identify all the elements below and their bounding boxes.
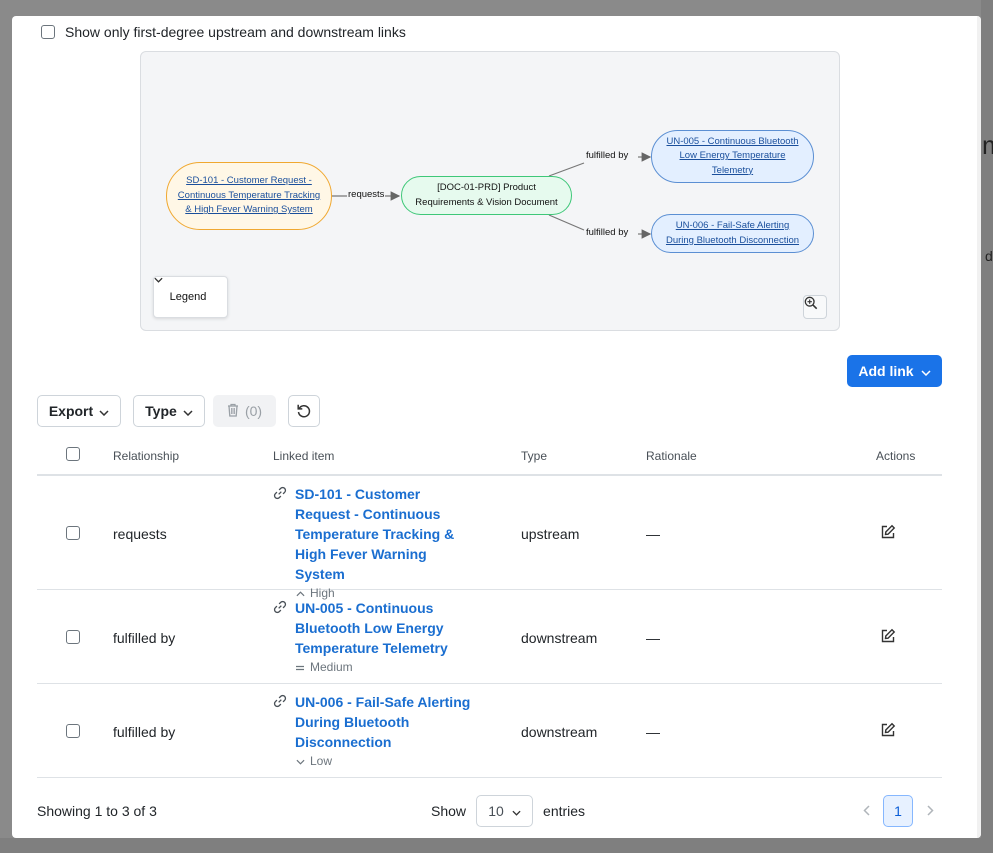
edge-label-fulfilled-by: fulfilled by bbox=[585, 150, 630, 161]
per-page-value: 10 bbox=[488, 803, 504, 819]
row-rationale: — bbox=[646, 630, 660, 646]
row-type: downstream bbox=[521, 724, 598, 740]
graph-node-link[interactable]: UN-005 - Continuous Bluetooth Low Energy… bbox=[662, 135, 803, 179]
linked-item-link[interactable]: UN-006 - Fail-Safe Alerting During Bluet… bbox=[295, 692, 475, 752]
edge-fulfilled-2a bbox=[548, 214, 585, 231]
graph-node-sd-101[interactable]: SD-101 - Customer Request - Continuous T… bbox=[166, 162, 332, 230]
graph-node-link[interactable]: UN-006 - Fail-Safe Alerting During Bluet… bbox=[662, 219, 803, 248]
next-page-button[interactable] bbox=[919, 803, 941, 819]
modal-scrollbar[interactable] bbox=[977, 16, 981, 838]
table-header: Relationship Linked item Type Rationale … bbox=[37, 437, 942, 476]
row-relationship: requests bbox=[113, 526, 167, 542]
entries-per-page-select[interactable]: 10 bbox=[476, 795, 534, 827]
delete-count: (0) bbox=[244, 403, 263, 419]
priority-indicator: Low bbox=[295, 754, 475, 768]
graph-node-un-006[interactable]: UN-006 - Fail-Safe Alerting During Bluet… bbox=[651, 214, 814, 253]
entries-label: entries bbox=[543, 803, 586, 819]
select-all-checkbox[interactable] bbox=[66, 447, 80, 461]
first-degree-filter[interactable]: Show only first-degree upstream and down… bbox=[41, 24, 406, 40]
edit-button[interactable] bbox=[880, 722, 896, 741]
header-rationale[interactable]: Rationale bbox=[646, 449, 697, 463]
background-text-peek: d bbox=[985, 248, 993, 264]
edge-label-fulfilled-by: fulfilled by bbox=[585, 227, 630, 238]
row-relationship: fulfilled by bbox=[113, 630, 176, 646]
row-type: upstream bbox=[521, 526, 580, 542]
edit-icon bbox=[881, 524, 896, 539]
type-filter-label: Type bbox=[145, 403, 177, 419]
row-linked-item: UN-006 - Fail-Safe Alerting During Bluet… bbox=[273, 692, 475, 768]
legend-label: Legend bbox=[169, 291, 207, 303]
first-degree-label: Show only first-degree upstream and down… bbox=[65, 24, 406, 40]
header-actions: Actions bbox=[876, 449, 916, 463]
link-icon bbox=[273, 694, 287, 768]
links-modal: Show only first-degree upstream and down… bbox=[12, 16, 981, 838]
row-linked-item: UN-005 - Continuous Bluetooth Low Energy… bbox=[273, 598, 475, 674]
links-table: Relationship Linked item Type Rationale … bbox=[37, 437, 942, 778]
chevron-down-icon bbox=[512, 803, 521, 819]
edit-icon bbox=[881, 722, 896, 737]
row-type: downstream bbox=[521, 630, 598, 646]
graph-node-label: [DOC-01-PRD] Product Requirements & Visi… bbox=[415, 182, 558, 208]
trace-graph: SD-101 - Customer Request - Continuous T… bbox=[140, 51, 840, 331]
link-icon bbox=[273, 486, 287, 600]
chevron-down-icon bbox=[921, 363, 931, 379]
row-linked-item: SD-101 - Customer Request - Continuous T… bbox=[273, 484, 475, 600]
chevron-down-icon bbox=[183, 403, 193, 419]
chevron-down-icon bbox=[99, 403, 109, 419]
modal-backdrop bbox=[981, 0, 993, 853]
row-rationale: — bbox=[646, 724, 660, 740]
link-icon bbox=[273, 600, 287, 674]
legend-button[interactable]: Legend bbox=[153, 276, 228, 318]
header-linked-item[interactable]: Linked item bbox=[273, 449, 334, 463]
row-rationale: — bbox=[646, 526, 660, 542]
table-row: fulfilled by UN-005 - Continuous Bluetoo… bbox=[37, 590, 942, 684]
row-checkbox[interactable] bbox=[66, 526, 80, 540]
type-filter-button[interactable]: Type bbox=[133, 395, 205, 427]
chevron-right-icon bbox=[926, 805, 934, 816]
add-link-button[interactable]: Add link bbox=[847, 355, 942, 387]
trash-icon bbox=[227, 403, 239, 420]
pagination: 1 bbox=[855, 795, 941, 827]
priority-low-icon bbox=[295, 754, 305, 768]
refresh-button[interactable] bbox=[288, 395, 320, 427]
page-1-button[interactable]: 1 bbox=[883, 795, 913, 827]
chevron-left-icon bbox=[862, 805, 870, 816]
edit-icon bbox=[881, 628, 896, 643]
header-type[interactable]: Type bbox=[521, 449, 547, 463]
export-button[interactable]: Export bbox=[37, 395, 121, 427]
edit-button[interactable] bbox=[880, 524, 896, 543]
add-link-label: Add link bbox=[858, 363, 914, 379]
show-label: Show bbox=[431, 803, 467, 819]
linked-item-link[interactable]: SD-101 - Customer Request - Continuous T… bbox=[295, 484, 475, 584]
delete-selected-button[interactable]: (0) bbox=[213, 395, 276, 427]
row-relationship: fulfilled by bbox=[113, 724, 176, 740]
priority-label: Low bbox=[310, 754, 333, 768]
graph-node-un-005[interactable]: UN-005 - Continuous Bluetooth Low Energy… bbox=[651, 130, 814, 183]
row-checkbox[interactable] bbox=[66, 630, 80, 644]
header-relationship[interactable]: Relationship bbox=[113, 449, 179, 463]
page-length-control: Show 10 entries bbox=[431, 795, 585, 827]
showing-info: Showing 1 to 3 of 3 bbox=[37, 803, 157, 819]
previous-page-button[interactable] bbox=[855, 803, 877, 819]
refresh-icon bbox=[297, 404, 311, 418]
edge-fulfilled-1a bbox=[548, 162, 585, 177]
row-checkbox[interactable] bbox=[66, 724, 80, 738]
graph-node-doc-01-prd[interactable]: [DOC-01-PRD] Product Requirements & Visi… bbox=[401, 176, 572, 215]
edit-button[interactable] bbox=[880, 628, 896, 647]
priority-indicator: Medium bbox=[295, 660, 475, 674]
zoom-in-button[interactable] bbox=[803, 295, 827, 319]
graph-node-link[interactable]: SD-101 - Customer Request - Continuous T… bbox=[177, 174, 321, 218]
edge-label-requests: requests bbox=[347, 189, 386, 200]
priority-medium-icon bbox=[295, 660, 305, 674]
linked-item-link[interactable]: UN-005 - Continuous Bluetooth Low Energy… bbox=[295, 598, 475, 658]
background-text-peek: m bbox=[982, 130, 993, 160]
export-label: Export bbox=[48, 403, 94, 419]
table-footer: Showing 1 to 3 of 3 Show 10 entries 1 bbox=[37, 795, 942, 827]
priority-label: Medium bbox=[310, 660, 353, 674]
table-row: requests SD-101 - Customer Request - Con… bbox=[37, 476, 942, 600]
zoom-in-icon bbox=[804, 296, 818, 310]
first-degree-checkbox[interactable] bbox=[41, 25, 55, 39]
modal-backdrop-bottom bbox=[0, 838, 993, 853]
table-row: fulfilled by UN-006 - Fail-Safe Alerting… bbox=[37, 684, 942, 778]
